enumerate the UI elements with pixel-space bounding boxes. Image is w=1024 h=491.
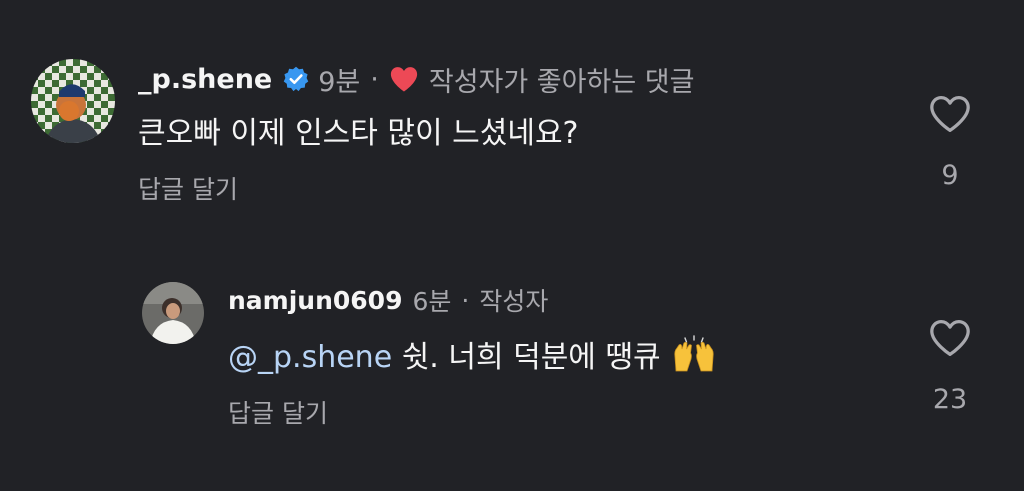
reply-button[interactable]: 답글 달기 [228,394,328,430]
like-count: 23 [932,384,968,415]
like-button[interactable]: 23 [925,318,975,415]
mention-link[interactable]: @_p.shene [228,340,392,375]
red-heart-icon [389,65,419,93]
like-button[interactable]: 9 [925,94,975,191]
author-tag: 작성자 [479,287,549,316]
separator: · [461,285,470,315]
author-liked-label: 작성자가 좋아하는 댓글 [428,66,695,98]
heart-outline-icon[interactable] [928,318,972,358]
comment-time: 9분 [318,66,361,98]
comment-header: _p.shene 9분 · 작성자가 좋아하는 댓글 [138,56,694,102]
username[interactable]: namjun0609 [228,286,402,315]
comment-body: 큰오빠 이제 인스타 많이 느셨네요? [138,116,579,151]
like-count: 9 [941,160,959,191]
avatar[interactable] [142,282,204,344]
comment-item: _p.shene 9분 · 작성자가 좋아하는 댓글 큰오빠 이제 인스타 많이… [0,52,1024,222]
username[interactable]: _p.shene [138,64,272,95]
reply-comment-item: namjun0609 6분 · 작성자 @_p.shene 쉿. 너희 덕분에 … [0,278,1024,448]
verified-badge-icon [282,65,310,93]
comment-body: 쉿. 너희 덕분에 땡큐 [392,340,661,375]
comment-header: namjun0609 6분 · 작성자 [228,280,548,320]
avatar[interactable] [31,59,115,143]
separator: · [370,63,379,95]
heart-outline-icon[interactable] [928,94,972,134]
comment-text: @_p.shene 쉿. 너희 덕분에 땡큐 [228,332,716,376]
comment-text: 큰오빠 이제 인스타 많이 느셨네요? [138,108,578,152]
comment-time: 6분 [412,287,452,316]
reply-button[interactable]: 답글 달기 [138,170,238,206]
raising-hands-emoji [672,335,716,373]
